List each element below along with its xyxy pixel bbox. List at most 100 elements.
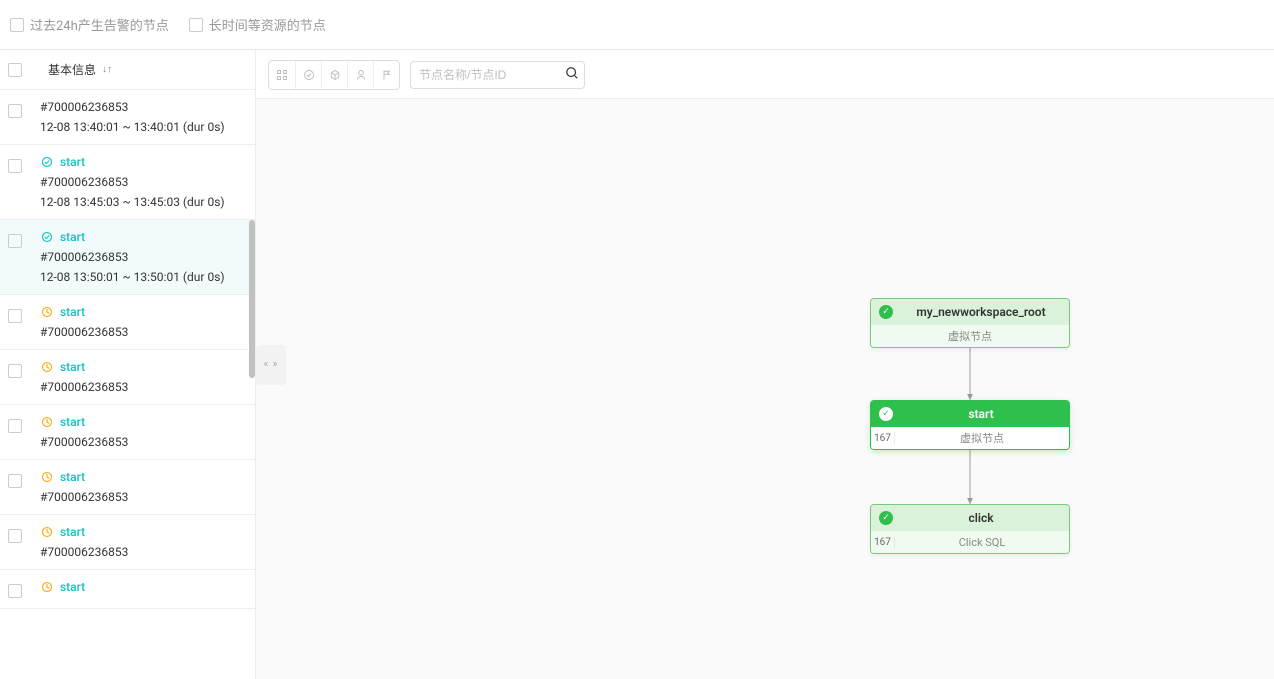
row-body: #700006236853 12-08 13:40:01 ~ 13:40:01 (… (40, 100, 249, 134)
graph-node-start[interactable]: ✓ start 167虚拟节点 (870, 400, 1070, 450)
sort-icon[interactable]: ↓↑ (102, 64, 112, 75)
search-icon (565, 66, 579, 84)
list-item[interactable]: start#700006236853 (0, 405, 255, 460)
check-circle-icon (40, 155, 54, 169)
check-button[interactable] (295, 61, 321, 89)
scrollbar-thumb[interactable] (249, 220, 255, 378)
node-subtext: 虚拟节点 (895, 430, 1069, 446)
row-body: start #700006236853 (40, 360, 249, 394)
row-checkbox[interactable] (8, 234, 22, 248)
node-header: ✓ start (871, 401, 1069, 427)
node-title: start (901, 407, 1061, 421)
sidebar-header-label: 基本信息 (48, 61, 96, 78)
graph-area[interactable]: ✓my_newworkspace_root虚拟节点✓start167虚拟节点✓c… (256, 98, 1274, 679)
node-hash: #700006236853 (40, 380, 249, 394)
row-body: start #700006236853 (40, 305, 249, 339)
node-hash: #700006236853 (40, 545, 249, 559)
node-sub: 167虚拟节点 (871, 427, 1069, 449)
row-checkbox[interactable] (8, 529, 22, 543)
checkbox-icon (189, 18, 203, 32)
cube-button[interactable] (321, 61, 347, 89)
status-line: start (40, 580, 249, 594)
list-item[interactable]: #700006236853 12-08 13:40:01 ~ 13:40:01 (… (0, 90, 255, 145)
node-name: start (60, 415, 85, 429)
user-button[interactable] (347, 61, 373, 89)
node-hash: #700006236853 (40, 490, 249, 504)
node-hash: #700006236853 (40, 100, 249, 114)
node-name: start (60, 305, 85, 319)
row-checkbox[interactable] (8, 104, 22, 118)
list-item[interactable]: start (0, 570, 255, 609)
filter-alert-24h[interactable]: 过去24h产生告警的节点 (10, 15, 169, 34)
status-line: start (40, 155, 249, 169)
checkbox-icon (10, 18, 24, 32)
flag-icon (381, 69, 393, 81)
collapse-icon: « » (264, 359, 279, 370)
clock-icon (40, 580, 54, 594)
clock-icon (40, 525, 54, 539)
node-header: ✓click (871, 505, 1069, 531)
list-item[interactable]: start#70000623685312-08 13:50:01 ~ 13:50… (0, 220, 255, 295)
grid-button[interactable] (269, 61, 295, 89)
sidebar-header: 基本信息 ↓↑ (0, 50, 255, 90)
clock-icon (40, 415, 54, 429)
row-body: start#70000623685312-08 13:50:01 ~ 13:50… (40, 230, 249, 284)
row-checkbox[interactable] (8, 419, 22, 433)
list-item[interactable]: start #700006236853 (0, 515, 255, 570)
canvas-toolbar (268, 60, 1262, 90)
status-line: start (40, 360, 249, 374)
node-index: 167 (871, 537, 895, 548)
row-checkbox[interactable] (8, 159, 22, 173)
graph-node-click[interactable]: ✓click 167Click SQL (870, 504, 1070, 554)
graph-edges (256, 99, 1274, 679)
row-checkbox[interactable] (8, 364, 22, 378)
node-hash: #700006236853 (40, 175, 249, 189)
node-time: 12-08 13:45:03 ~ 13:45:03 (dur 0s) (40, 195, 249, 209)
grid-icon (276, 69, 288, 81)
check-circle-icon: ✓ (879, 407, 893, 421)
node-time: 12-08 13:40:01 ~ 13:40:01 (dur 0s) (40, 120, 249, 134)
list-item[interactable]: start #700006236853 (0, 460, 255, 515)
status-line: start (40, 525, 249, 539)
row-body: start#700006236853 (40, 415, 249, 449)
status-line: start (40, 415, 249, 429)
node-title: click (901, 511, 1061, 525)
sidebar-list[interactable]: #700006236853 12-08 13:40:01 ~ 13:40:01 (… (0, 90, 255, 679)
main-split: 基本信息 ↓↑ #700006236853 12-08 13:40:01 ~ 13… (0, 50, 1274, 679)
graph-node-root[interactable]: ✓my_newworkspace_root虚拟节点 (870, 298, 1070, 348)
node-name: start (60, 360, 85, 374)
flag-button[interactable] (373, 61, 399, 89)
node-name: start (60, 525, 85, 539)
list-item[interactable]: start #700006236853 (0, 295, 255, 350)
user-icon (355, 69, 367, 81)
row-body: start #700006236853 12-08 13:45:03 ~ 13:45… (40, 155, 249, 209)
clock-icon (40, 305, 54, 319)
node-subtext: Click SQL (895, 536, 1069, 549)
check-circle-icon: ✓ (879, 305, 893, 319)
canvas-pane: ✓my_newworkspace_root虚拟节点✓start167虚拟节点✓c… (256, 50, 1274, 679)
node-sub: 虚拟节点 (871, 325, 1069, 347)
node-index: 167 (871, 433, 895, 444)
check-circle-icon (303, 69, 315, 81)
list-item[interactable]: start #700006236853 (0, 350, 255, 405)
cube-icon (329, 69, 341, 81)
node-header: ✓my_newworkspace_root (871, 299, 1069, 325)
node-hash: #700006236853 (40, 325, 249, 339)
toolbar-button-group (268, 60, 400, 90)
filter-long-wait[interactable]: 长时间等资源的节点 (189, 15, 326, 34)
filter-bar: 过去24h产生告警的节点 长时间等资源的节点 (0, 0, 1274, 50)
row-checkbox[interactable] (8, 584, 22, 598)
check-circle-icon (40, 230, 54, 244)
select-all-checkbox[interactable] (8, 63, 22, 77)
search-input[interactable] (410, 61, 585, 89)
list-item[interactable]: start #700006236853 12-08 13:45:03 ~ 13:45… (0, 145, 255, 220)
node-time: 12-08 13:50:01 ~ 13:50:01 (dur 0s) (40, 270, 249, 284)
sidebar-collapse-handle[interactable]: « » (256, 345, 286, 385)
status-line: start (40, 470, 249, 484)
node-name: start (60, 155, 85, 169)
node-name: start (60, 470, 85, 484)
row-body: start (40, 580, 249, 594)
row-checkbox[interactable] (8, 474, 22, 488)
row-checkbox[interactable] (8, 309, 22, 323)
scrollbar-track (249, 92, 255, 679)
